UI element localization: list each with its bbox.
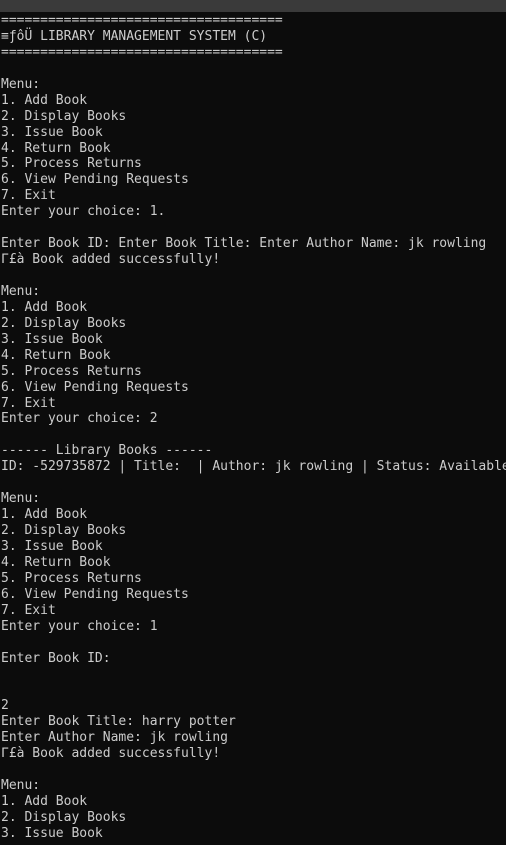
terminal-line: 2. Display Books xyxy=(1,809,127,825)
terminal-line: 2. Display Books xyxy=(1,108,127,124)
terminal-line: 4. Return Book xyxy=(1,554,111,570)
terminal-line: Enter Book Title: harry potter xyxy=(1,714,236,730)
terminal-line: Γ£à Book added successfully! xyxy=(1,746,221,762)
terminal-line: 2. Display Books xyxy=(1,523,127,538)
terminal-line: 5. Process Returns xyxy=(1,570,142,586)
terminal-line: 6. View Pending Requests xyxy=(1,172,189,188)
terminal-line: 1. Add Book xyxy=(1,299,88,315)
terminal-line: 4. Return Book xyxy=(1,347,111,363)
terminal-line: Menu: xyxy=(1,283,41,299)
terminal-line: 3. Issue Book xyxy=(1,331,103,347)
terminal-line: ------ Library Books ------ xyxy=(1,443,213,459)
terminal-line: 5. Process Returns xyxy=(1,156,142,172)
terminal-line: ≡ƒôÜ LIBRARY MANAGEMENT SYSTEM (C) xyxy=(1,28,268,44)
terminal-line: 7. Exit xyxy=(1,188,56,204)
terminal-line: Enter your choice: 1 xyxy=(1,618,158,634)
terminal-line: Enter your choice: 2 xyxy=(1,411,158,427)
terminal-line: 1. Add Book xyxy=(1,92,88,108)
terminal-line: 5. Process Returns xyxy=(1,363,142,379)
terminal-line: 3. Issue Book xyxy=(1,825,103,841)
terminal-line: ID: -529735872 | Title: | Author: jk row… xyxy=(1,459,506,475)
terminal-line: Enter Author Name: jk rowling xyxy=(1,730,228,746)
terminal-line: 6. View Pending Requests xyxy=(1,586,189,602)
terminal-window[interactable]: ==================================== ≡ƒôÜ… xyxy=(0,12,506,845)
terminal-line: Enter Book ID: Enter Book Title: Enter A… xyxy=(1,236,487,252)
window-title-bar xyxy=(0,0,506,12)
terminal-line: ==================================== xyxy=(1,13,283,28)
terminal-line: 3. Issue Book xyxy=(1,538,103,554)
terminal-line: 2 xyxy=(1,698,9,714)
terminal-line: 2. Display Books xyxy=(1,315,127,331)
terminal-line: Γ£à Book added successfully! xyxy=(1,252,221,268)
terminal-line: Enter Book ID: xyxy=(1,650,111,666)
terminal-line: Menu: xyxy=(1,76,41,92)
terminal-line: 7. Exit xyxy=(1,395,56,411)
terminal-line: Menu: xyxy=(1,491,41,507)
terminal-line: 7. Exit xyxy=(1,602,56,618)
terminal-output: ==================================== ≡ƒôÜ… xyxy=(0,12,506,842)
terminal-line: 1. Add Book xyxy=(1,793,88,809)
terminal-line: ==================================== xyxy=(1,44,283,60)
terminal-line: 4. Return Book xyxy=(1,140,111,156)
terminal-line: 6. View Pending Requests xyxy=(1,379,189,395)
terminal-line: Menu: xyxy=(1,778,41,793)
terminal-line: 1. Add Book xyxy=(1,507,88,523)
terminal-line: Enter your choice: 1. xyxy=(1,204,166,220)
terminal-line: 3. Issue Book xyxy=(1,124,103,140)
